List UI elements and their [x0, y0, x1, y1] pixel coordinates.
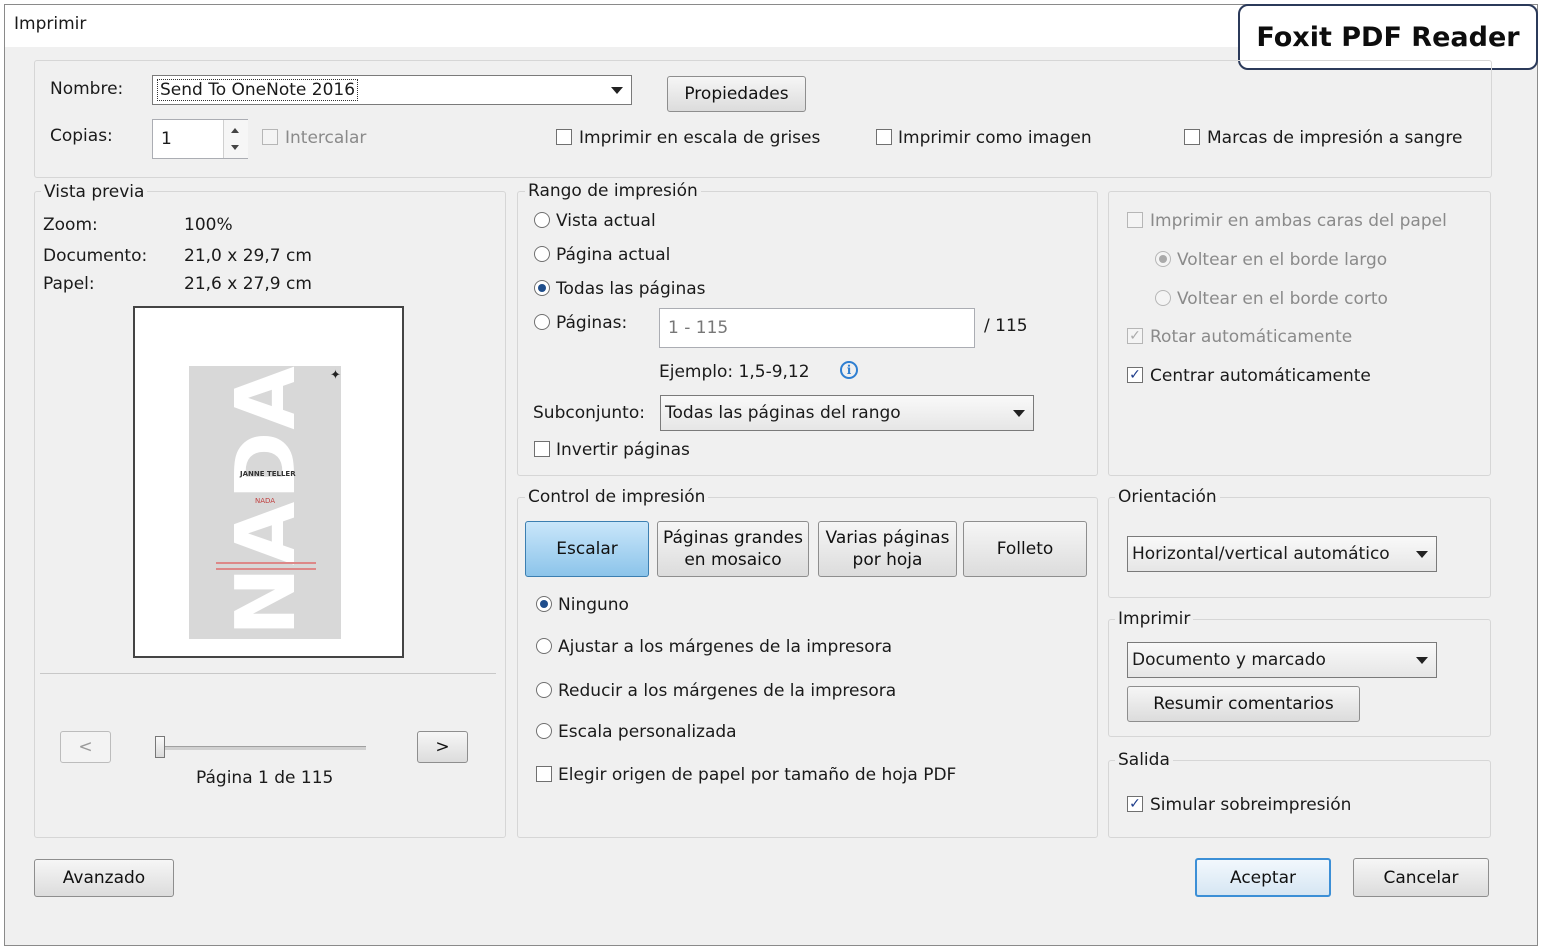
chevron-down-icon [611, 87, 623, 94]
spinner-up-icon[interactable] [231, 128, 239, 133]
zoom-label: Zoom: [43, 215, 98, 235]
chevron-down-icon [1013, 410, 1025, 417]
pages-input[interactable]: 1 - 115 [659, 308, 975, 348]
zoom-value: 100% [184, 215, 233, 235]
both-sides-label: Imprimir en ambas caras del papel [1150, 211, 1447, 231]
shrink-margins-radio[interactable] [536, 682, 552, 698]
next-page-button[interactable]: > [417, 731, 468, 763]
cover-blurb-line [216, 568, 316, 570]
print-as-image-checkbox[interactable] [876, 129, 892, 145]
info-icon[interactable]: i [840, 361, 858, 379]
copies-label: Copias: [50, 126, 113, 146]
output-group-label: Salida [1115, 750, 1173, 770]
pages-total: / 115 [984, 316, 1028, 336]
tab-tile[interactable]: Páginas grandes en mosaico [657, 521, 809, 577]
current-view-label: Vista actual [556, 211, 656, 231]
document-size-label: Documento: [43, 246, 148, 266]
printer-select-value: Send To OneNote 2016 [157, 79, 359, 101]
subset-value: Todas las páginas del rango [665, 403, 901, 423]
collate-label: Intercalar [285, 128, 367, 148]
short-edge-label: Voltear en el borde corto [1177, 289, 1388, 309]
cancel-button[interactable]: Cancelar [1353, 858, 1489, 897]
collate-checkbox[interactable] [262, 129, 278, 145]
shrink-margins-label: Reducir a los márgenes de la impresora [558, 681, 897, 701]
copies-value: 1 [161, 129, 172, 149]
pages-label: Páginas: [556, 313, 628, 333]
long-edge-label: Voltear en el borde largo [1177, 250, 1388, 270]
tab-scale[interactable]: Escalar [525, 521, 649, 577]
pages-example: Ejemplo: 1,5-9,12 [659, 362, 810, 382]
reverse-pages-label: Invertir páginas [556, 440, 690, 460]
tab-booklet[interactable]: Folleto [963, 521, 1087, 577]
current-view-radio[interactable] [534, 212, 550, 228]
simulate-overprint-checkbox[interactable]: ✓ [1127, 796, 1143, 812]
current-page-radio[interactable] [534, 246, 550, 262]
orientation-value: Horizontal/vertical automático [1132, 544, 1390, 564]
subset-select[interactable]: Todas las páginas del rango [660, 395, 1034, 431]
print-as-image-label: Imprimir como imagen [898, 128, 1092, 148]
all-pages-label: Todas las páginas [556, 279, 706, 299]
prev-page-button[interactable]: < [60, 731, 111, 763]
preview-group-label: Vista previa [41, 182, 148, 202]
auto-rotate-label: Rotar automáticamente [1150, 327, 1353, 347]
pages-input-value: 1 - 115 [668, 318, 729, 338]
print-range-group-label: Rango de impresión [525, 181, 701, 201]
subset-label: Subconjunto: [533, 403, 645, 423]
advanced-button[interactable]: Avanzado [34, 859, 174, 897]
short-edge-radio[interactable] [1155, 290, 1171, 306]
tab-multiple-pages[interactable]: Varias páginas por hoja [818, 521, 957, 577]
print-what-select[interactable]: Documento y marcado [1127, 642, 1437, 678]
document-size-value: 21,0 x 29,7 cm [184, 246, 312, 266]
print-control-group-label: Control de impresión [525, 487, 709, 507]
print-what-value: Documento y marcado [1132, 650, 1326, 670]
auto-center-label: Centrar automáticamente [1150, 366, 1371, 386]
scale-none-label: Ninguno [558, 595, 629, 615]
cover-blurb-line [216, 562, 316, 564]
pages-radio[interactable] [534, 314, 550, 330]
page-status: Página 1 de 115 [196, 768, 334, 788]
print-what-group-label: Imprimir [1115, 609, 1194, 629]
cover-subtitle: NADA [255, 497, 276, 505]
properties-button[interactable]: Propiedades [667, 76, 806, 112]
copies-stepper[interactable] [223, 120, 248, 158]
current-page-label: Página actual [556, 245, 671, 265]
paper-size-label: Papel: [43, 274, 95, 294]
page-slider-track[interactable] [160, 746, 366, 750]
fit-margins-radio[interactable] [536, 638, 552, 654]
cover-author: JANNE TELLER [240, 470, 296, 478]
summarize-comments-button[interactable]: Resumir comentarios [1127, 686, 1360, 722]
all-pages-radio[interactable] [534, 280, 550, 296]
fit-margins-label: Ajustar a los márgenes de la impresora [558, 637, 893, 657]
dialog-title: Imprimir [14, 14, 87, 34]
both-sides-checkbox[interactable] [1127, 212, 1143, 228]
custom-scale-radio[interactable] [536, 723, 552, 739]
simulate-overprint-label: Simular sobreimpresión [1150, 795, 1352, 815]
spinner-down-icon[interactable] [231, 145, 239, 150]
auto-rotate-checkbox[interactable]: ✓ [1127, 328, 1143, 344]
grayscale-label: Imprimir en escala de grises [579, 128, 821, 148]
paper-source-checkbox[interactable] [536, 766, 552, 782]
bleed-marks-checkbox[interactable] [1184, 129, 1200, 145]
grayscale-checkbox[interactable] [556, 129, 572, 145]
page-slider-thumb[interactable] [155, 736, 165, 758]
orientation-select[interactable]: Horizontal/vertical automático [1127, 536, 1437, 572]
ok-button[interactable]: Aceptar [1195, 858, 1331, 897]
custom-scale-label: Escala personalizada [558, 722, 737, 742]
preview-divider [40, 673, 496, 674]
chevron-down-icon [1416, 551, 1428, 558]
orientation-group-label: Orientación [1115, 487, 1220, 507]
paper-size-value: 21,6 x 27,9 cm [184, 274, 312, 294]
scale-none-radio[interactable] [536, 596, 552, 612]
chevron-down-icon [1416, 657, 1428, 664]
long-edge-radio[interactable] [1155, 251, 1171, 267]
paper-source-label: Elegir origen de papel por tamaño de hoj… [558, 765, 957, 785]
printer-name-label: Nombre: [50, 79, 124, 99]
publisher-logo-icon: ✦ [330, 368, 341, 383]
bleed-marks-label: Marcas de impresión a sangre [1207, 128, 1463, 148]
printer-select[interactable]: Send To OneNote 2016 [152, 75, 632, 105]
auto-center-checkbox[interactable]: ✓ [1127, 367, 1143, 383]
reverse-pages-checkbox[interactable] [534, 441, 550, 457]
